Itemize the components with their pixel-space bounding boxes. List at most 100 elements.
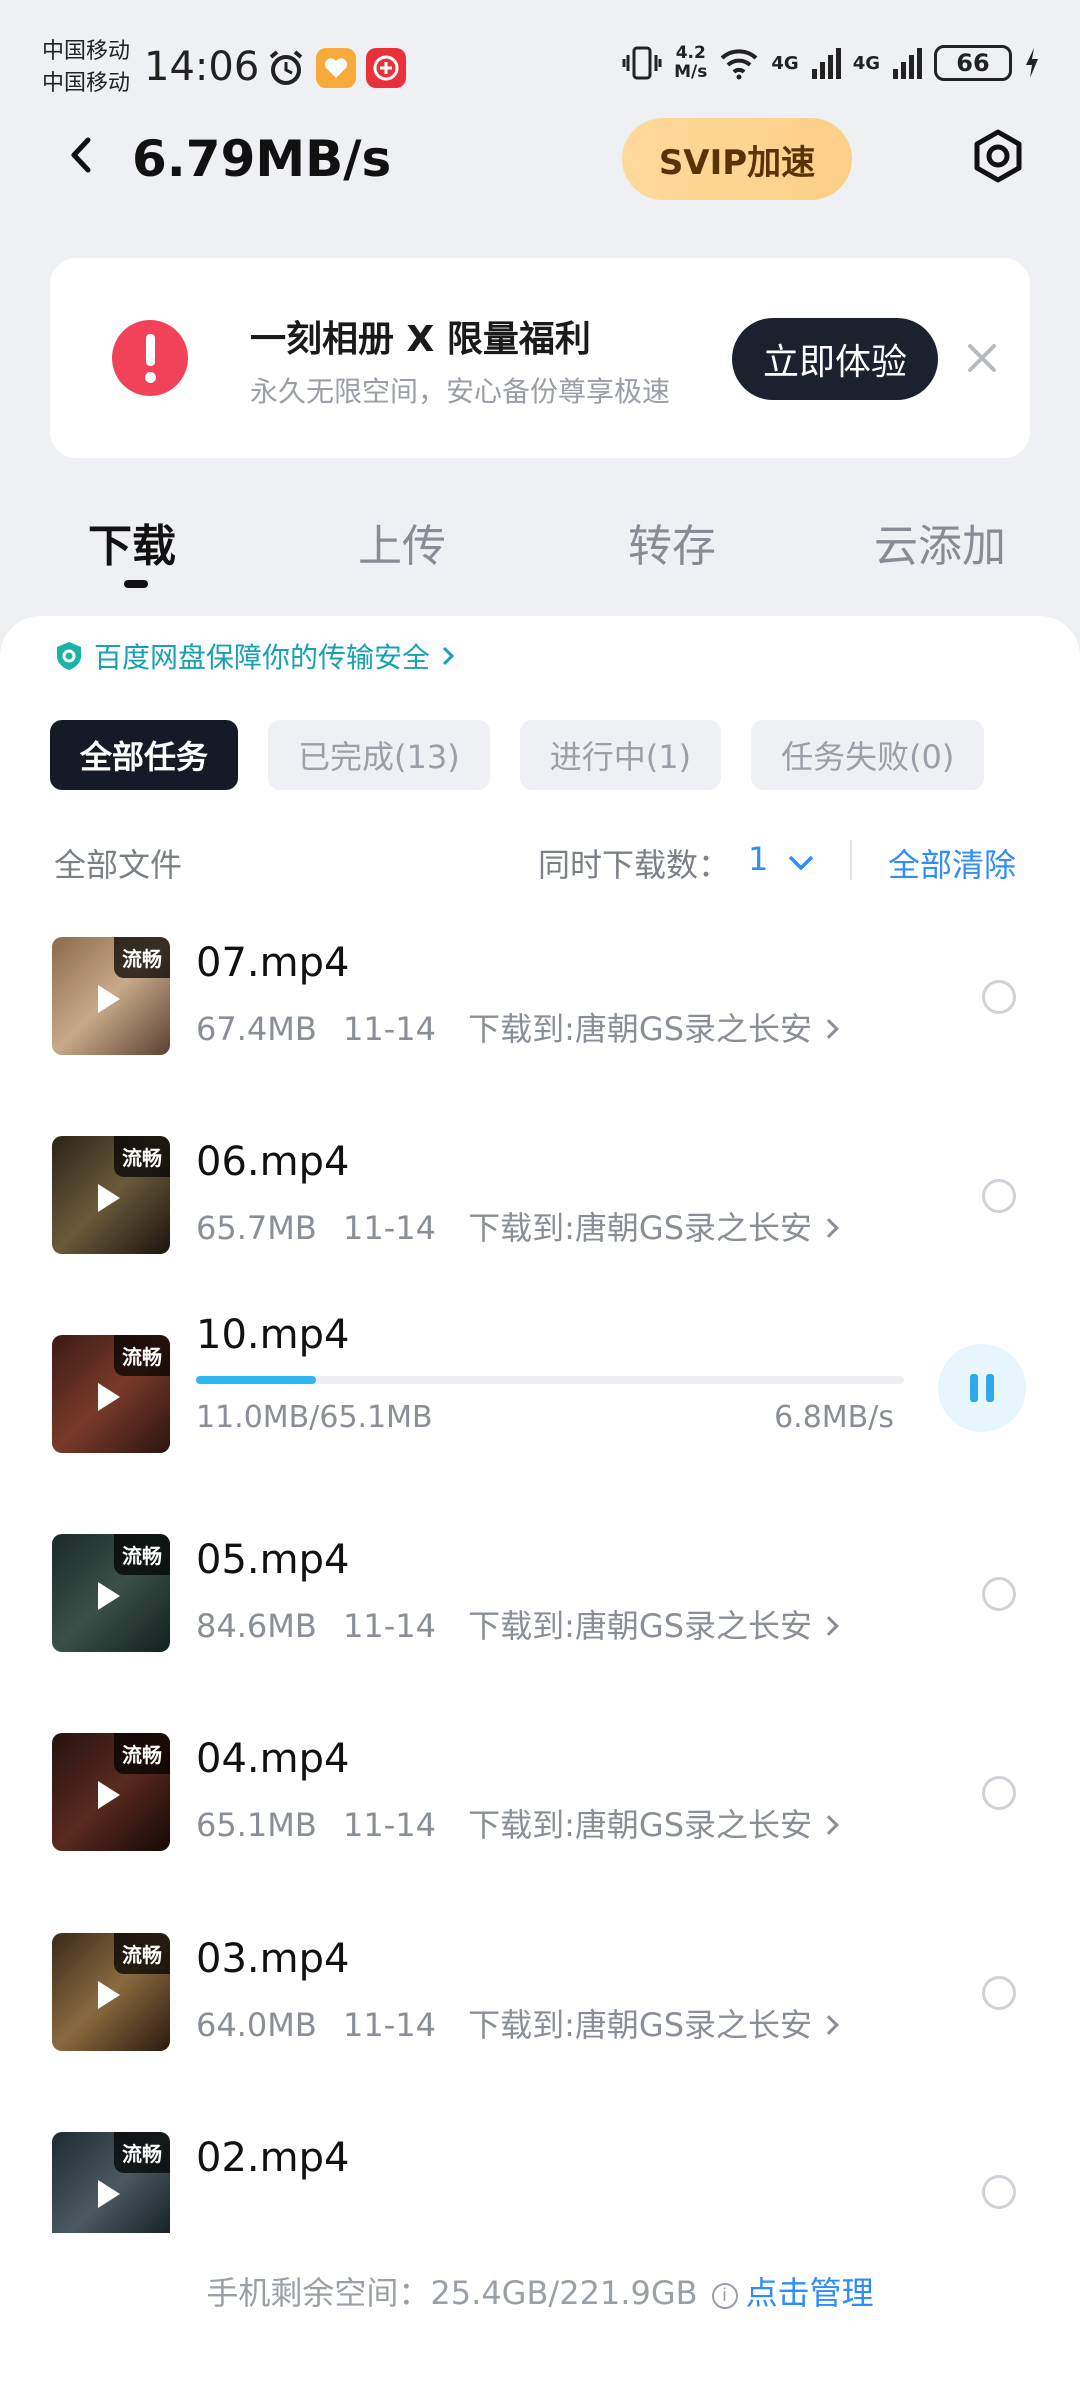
play-icon: [98, 1383, 120, 1411]
filter-in-progress[interactable]: 进行中(1): [519, 720, 722, 790]
download-speed-title: 6.79MB/s: [132, 130, 392, 188]
download-list-panel: 百度网盘保障你的传输安全 全部任务 已完成(13) 进行中(1) 任务失败(0)…: [0, 616, 1080, 2387]
safety-notice-link[interactable]: 百度网盘保障你的传输安全: [54, 636, 456, 676]
tab-save[interactable]: 转存: [628, 510, 716, 574]
list-item[interactable]: 流畅 04.mp4 65.1MB 11-14 下载到:唐朝GS录之长安: [0, 1712, 1080, 1911]
carrier-info: 中国移动 中国移动: [42, 36, 130, 100]
select-radio[interactable]: [982, 980, 1016, 1014]
alert-icon: [112, 320, 188, 396]
filter-all-tasks[interactable]: 全部任务: [50, 720, 239, 790]
file-name: 05.mp4: [196, 1537, 350, 1583]
quality-tag: 流畅: [114, 2132, 170, 2173]
carrier-1: 中国移动: [42, 39, 131, 64]
file-meta: 64.0MB 11-14 下载到:唐朝GS录之长安: [196, 2000, 839, 2046]
list-item[interactable]: 流畅 02.mp4: [0, 2111, 1080, 2233]
file-date: 11-14: [342, 1209, 436, 1247]
progress-speed: 6.8MB/s: [774, 1400, 894, 1435]
settings-button[interactable]: [968, 126, 1028, 186]
active-tab-indicator: [124, 580, 148, 588]
close-promo-button[interactable]: [962, 338, 1002, 378]
list-item[interactable]: 流畅 07.mp4 67.4MB 11-14 下载到:唐朝GS录之长安: [0, 916, 1080, 1115]
status-system-icons: 4.2 M/s 4G 4G 66: [622, 44, 1040, 82]
storage-label: 手机剩余空间：: [206, 2274, 431, 2312]
file-date: 11-14: [342, 1010, 436, 1048]
all-files-label: 全部文件: [54, 846, 183, 884]
play-icon: [98, 1981, 120, 2009]
shield-icon: [57, 642, 81, 670]
quality-tag: 流畅: [114, 1534, 170, 1575]
clear-all-button[interactable]: 全部清除: [888, 840, 1016, 886]
select-radio[interactable]: [982, 1976, 1016, 2010]
signal-type-2: 4G: [852, 52, 880, 74]
download-destination[interactable]: 下载到:唐朝GS录之长安: [468, 1806, 812, 1844]
download-destination[interactable]: 下载到:唐朝GS录之长安: [468, 1607, 812, 1645]
file-size: 65.1MB: [196, 1806, 317, 1844]
app-1111-icon: [366, 48, 406, 88]
select-radio[interactable]: [982, 2175, 1016, 2209]
select-radio[interactable]: [982, 1179, 1016, 1213]
file-size: 64.0MB: [196, 2006, 317, 2044]
promo-subtitle: 永久无限空间，安心备份尊享极速: [250, 375, 671, 408]
play-icon: [98, 1582, 120, 1610]
file-name: 03.mp4: [196, 1936, 350, 1982]
tab-cloud-add[interactable]: 云添加: [874, 510, 1006, 574]
select-radio[interactable]: [982, 1577, 1016, 1611]
chevron-right-icon: [819, 1019, 839, 1039]
file-date: 11-14: [342, 2006, 436, 2044]
list-header: 全部文件 同时下载数： 1 全部清除: [54, 840, 1026, 884]
vibrate-icon: [622, 46, 662, 80]
file-meta: 84.6MB 11-14 下载到:唐朝GS录之长安: [196, 1601, 839, 1647]
file-name: 04.mp4: [196, 1736, 350, 1782]
storage-value: 25.4GB/221.9GB: [430, 2274, 698, 2312]
download-list: 流畅 07.mp4 67.4MB 11-14 下载到:唐朝GS录之长安 流畅 0…: [0, 916, 1080, 1934]
tab-upload[interactable]: 上传: [358, 510, 446, 574]
wifi-icon: [721, 49, 758, 80]
quality-tag: 流畅: [114, 1733, 170, 1774]
list-item[interactable]: 流畅 06.mp4 65.7MB 11-14 下载到:唐朝GS录之长安: [0, 1115, 1080, 1314]
back-button[interactable]: [62, 130, 102, 180]
play-icon: [98, 1781, 120, 1809]
charging-icon: [1026, 48, 1038, 78]
promo-banner[interactable]: 一刻相册 X 限量福利 永久无限空间，安心备份尊享极速 立即体验: [50, 258, 1030, 458]
quality-tag: 流畅: [114, 937, 170, 978]
close-icon: [968, 344, 996, 372]
filter-chips: 全部任务 已完成(13) 进行中(1) 任务失败(0): [50, 720, 985, 790]
play-icon: [98, 2180, 120, 2208]
tab-download[interactable]: 下载: [88, 510, 176, 574]
svip-boost-button[interactable]: SVIP加速: [622, 118, 852, 200]
download-destination[interactable]: 下载到:唐朝GS录之长安: [468, 1010, 812, 1048]
concurrent-downloads-label: 同时下载数：: [538, 846, 731, 884]
quality-tag: 流畅: [114, 1136, 170, 1177]
chevron-right-icon: [819, 1218, 839, 1238]
chevron-right-icon: [819, 1616, 839, 1636]
promo-title: 一刻相册 X 限量福利: [250, 319, 591, 360]
download-destination[interactable]: 下载到:唐朝GS录之长安: [468, 2006, 812, 2044]
file-date: 11-14: [342, 1607, 436, 1645]
manage-storage-link[interactable]: 点击管理: [746, 2274, 874, 2312]
download-destination[interactable]: 下载到:唐朝GS录之长安: [468, 1209, 812, 1247]
chevron-right-icon: [442, 646, 455, 666]
file-meta: 65.7MB 11-14 下载到:唐朝GS录之长安: [196, 1203, 839, 1249]
list-item-downloading[interactable]: 流畅 10.mp4 11.0MB/65.1MB 6.8MB/s: [0, 1312, 1080, 1513]
file-name: 06.mp4: [196, 1139, 350, 1185]
signal-type-1: 4G: [771, 52, 799, 74]
select-radio[interactable]: [982, 1776, 1016, 1810]
transfer-tabs: 下载 上传 转存 云添加: [0, 510, 1080, 590]
filter-failed[interactable]: 任务失败(0): [751, 720, 985, 790]
pause-button[interactable]: [938, 1344, 1026, 1432]
back-arrow-icon: [71, 137, 91, 173]
info-icon[interactable]: i: [711, 2283, 738, 2309]
filter-completed[interactable]: 已完成(13): [268, 720, 490, 790]
settings-icon: [974, 129, 1022, 183]
quality-tag: 流畅: [114, 1933, 170, 1974]
safety-notice-text: 百度网盘保障你的传输安全: [94, 641, 431, 674]
network-speed: 4.2 M/s: [674, 44, 707, 82]
file-size: 84.6MB: [196, 1607, 317, 1645]
list-item[interactable]: 流畅 05.mp4 84.6MB 11-14 下载到:唐朝GS录之长安: [0, 1513, 1080, 1712]
try-now-button[interactable]: 立即体验: [732, 318, 938, 400]
chevron-down-icon[interactable]: [784, 848, 818, 878]
list-item[interactable]: 流畅 03.mp4 64.0MB 11-14 下载到:唐朝GS录之长安: [0, 1912, 1080, 2111]
status-bar: 中国移动 中国移动 14:06 4.2 M/s 4G 4G 66: [0, 0, 1080, 120]
file-name: 07.mp4: [196, 940, 350, 986]
concurrent-downloads-value[interactable]: 1: [748, 840, 768, 878]
